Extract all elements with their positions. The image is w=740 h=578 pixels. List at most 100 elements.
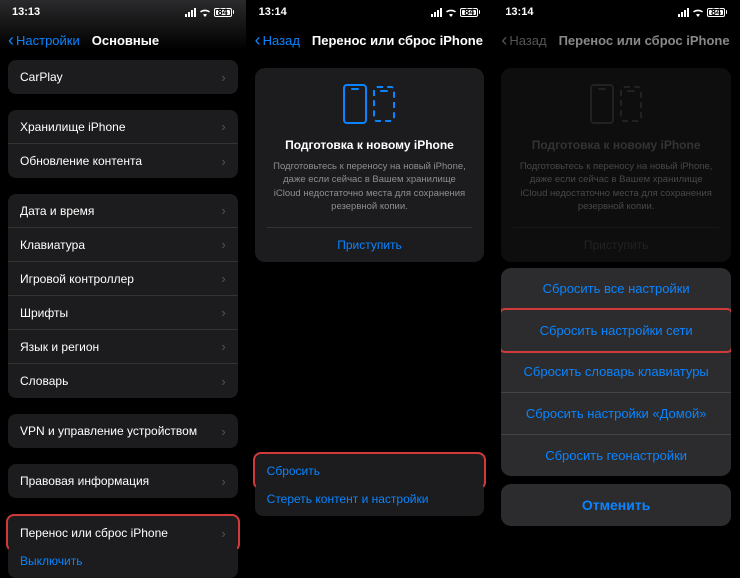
- chevron-left-icon: ‹: [8, 30, 14, 51]
- chevron-left-icon: ‹: [255, 30, 261, 51]
- row-label: Обновление контента: [20, 154, 142, 168]
- status-indicators: 84: [431, 8, 480, 17]
- row-vpn[interactable]: VPN и управление устройством ›: [8, 414, 238, 448]
- reset-location-privacy[interactable]: Сбросить геонастройки: [501, 435, 731, 476]
- settings-list: CarPlay › Хранилище iPhone › Обновление ко…: [0, 60, 246, 578]
- status-time: 13:13: [12, 6, 40, 18]
- row-fonts[interactable]: Шрифты›: [8, 296, 238, 330]
- screen-reset-sheet: 13:14 84 ‹Назад Перенос или сброс iPhone…: [493, 0, 740, 534]
- status-indicators: 84: [678, 8, 727, 17]
- chevron-right-icon: ›: [221, 271, 225, 286]
- row-label: Выключить: [20, 554, 82, 568]
- cellular-icon: [185, 8, 196, 17]
- row-label: CarPlay: [20, 70, 63, 84]
- bottom-actions: Сбросить Стереть контент и настройки: [255, 452, 485, 516]
- group-storage: Хранилище iPhone › Обновление контента ›: [8, 110, 238, 178]
- prepare-card: Подготовка к новому iPhone Подготовьтесь…: [255, 68, 485, 262]
- group-legal: Правовая информация ›: [8, 464, 238, 498]
- status-bar: 13:13 84: [0, 0, 246, 20]
- group-shutdown: Выключить: [8, 544, 238, 578]
- row-label: Стереть контент и настройки: [267, 492, 429, 506]
- row-legal[interactable]: Правовая информация ›: [8, 464, 238, 498]
- row-label: Дата и время: [20, 204, 94, 218]
- row-carplay[interactable]: CarPlay ›: [8, 60, 238, 94]
- wifi-icon: [445, 8, 457, 17]
- chevron-right-icon: ›: [221, 119, 225, 134]
- row-date-time[interactable]: Дата и время›: [8, 194, 238, 228]
- row-dictionary[interactable]: Словарь ›: [8, 364, 238, 398]
- status-bar: 13:14 84: [247, 0, 493, 20]
- card-description: Подготовьтесь к переносу на новый iPhone…: [267, 160, 473, 213]
- back-button[interactable]: ‹Настройки: [8, 30, 80, 51]
- row-label: Игровой контроллер: [20, 272, 134, 286]
- group-system: Дата и время› Клавиатура› Игровой контро…: [8, 194, 238, 398]
- group-vpn: VPN и управление устройством ›: [8, 414, 238, 448]
- status-time: 13:14: [259, 6, 287, 18]
- phone-icon: [343, 84, 367, 124]
- phones-icon: [513, 84, 719, 124]
- wifi-icon: [199, 8, 211, 17]
- card-title: Подготовка к новому iPhone: [513, 138, 719, 152]
- row-label: Хранилище iPhone: [20, 120, 126, 134]
- prepare-card: Подготовка к новому iPhone Подготовьтесь…: [501, 68, 731, 262]
- get-started-button: Приступить: [513, 227, 719, 262]
- page-title: Перенос или сброс iPhone: [312, 33, 483, 48]
- screen-general-settings: 13:13 84 ‹Настройки Основные CarPlay › Хр…: [0, 0, 247, 534]
- back-button[interactable]: ‹Назад: [255, 30, 300, 51]
- row-language-region[interactable]: Язык и регион ›: [8, 330, 238, 364]
- row-storage[interactable]: Хранилище iPhone ›: [8, 110, 238, 144]
- battery-icon: 84: [214, 8, 234, 17]
- reset-network-settings[interactable]: Сбросить настройки сети: [501, 308, 731, 353]
- back-label: Назад: [509, 33, 546, 48]
- row-label: Словарь: [20, 374, 68, 388]
- battery-icon: 84: [707, 8, 727, 17]
- row-label: Правовая информация: [20, 474, 149, 488]
- nav-bar: ‹Настройки Основные: [0, 20, 246, 60]
- reset-home-layout[interactable]: Сбросить настройки «Домой»: [501, 393, 731, 435]
- chevron-right-icon: ›: [221, 305, 225, 320]
- get-started-button[interactable]: Приступить: [267, 227, 473, 262]
- nav-bar: ‹Назад Перенос или сброс iPhone: [493, 20, 739, 60]
- row-keyboard[interactable]: Клавиатура ›: [8, 228, 238, 262]
- phone-dotted-icon: [373, 86, 395, 122]
- row-erase[interactable]: Стереть контент и настройки: [255, 482, 485, 516]
- cellular-icon: [678, 8, 689, 17]
- wifi-icon: [692, 8, 704, 17]
- chevron-right-icon: ›: [221, 237, 225, 252]
- group-carplay: CarPlay ›: [8, 60, 238, 94]
- back-button: ‹Назад: [501, 30, 546, 51]
- chevron-right-icon: ›: [221, 154, 225, 169]
- reset-all-settings[interactable]: Сбросить все настройки: [501, 268, 731, 310]
- row-label: Перенос или сброс iPhone: [20, 526, 168, 540]
- chevron-left-icon: ‹: [501, 30, 507, 51]
- chevron-right-icon: ›: [221, 474, 225, 489]
- cancel-button[interactable]: Отменить: [501, 484, 731, 526]
- group-erase: Стереть контент и настройки: [255, 482, 485, 516]
- status-indicators: 84: [185, 8, 234, 17]
- chevron-right-icon: ›: [221, 374, 225, 389]
- battery-icon: 84: [460, 8, 480, 17]
- chevron-right-icon: ›: [221, 339, 225, 354]
- reset-options: Сбросить все настройки Сбросить настройк…: [501, 268, 731, 476]
- row-game-controller[interactable]: Игровой контроллер ›: [8, 262, 238, 296]
- chevron-right-icon: ›: [221, 70, 225, 85]
- phone-icon: [590, 84, 614, 124]
- action-sheet: Сбросить все настройки Сбросить настройк…: [501, 268, 731, 526]
- chevron-right-icon: ›: [221, 424, 225, 439]
- chevron-right-icon: ›: [221, 526, 225, 541]
- page-title: Перенос или сброс iPhone: [559, 33, 730, 48]
- row-background-refresh[interactable]: Обновление контента ›: [8, 144, 238, 178]
- row-label: Язык и регион: [20, 340, 99, 354]
- phones-icon: [267, 84, 473, 124]
- page-title: Основные: [92, 33, 159, 48]
- back-label: Назад: [263, 33, 300, 48]
- status-bar: 13:14 84: [493, 0, 739, 20]
- row-label: VPN и управление устройством: [20, 424, 197, 438]
- row-shutdown[interactable]: Выключить: [8, 544, 238, 578]
- row-label: Сбросить: [267, 464, 320, 478]
- nav-bar: ‹Назад Перенос или сброс iPhone: [247, 20, 493, 60]
- row-label: Клавиатура: [20, 238, 85, 252]
- card-title: Подготовка к новому iPhone: [267, 138, 473, 152]
- reset-keyboard-dictionary[interactable]: Сбросить словарь клавиатуры: [501, 351, 731, 393]
- cellular-icon: [431, 8, 442, 17]
